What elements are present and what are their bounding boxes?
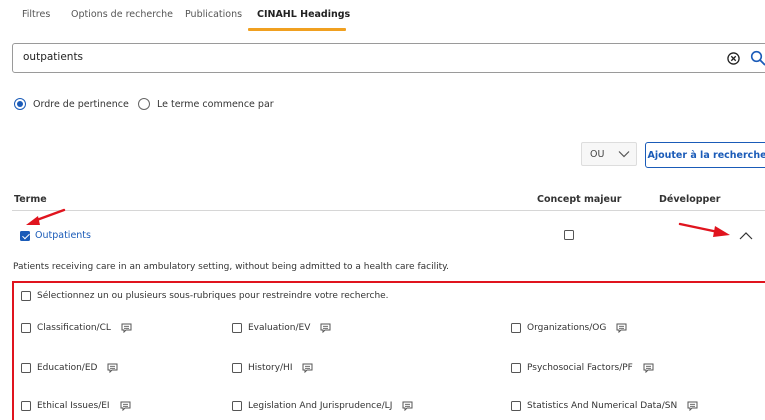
subheading-checkbox[interactable]	[232, 401, 242, 411]
subheading-checkbox[interactable]	[21, 401, 31, 411]
active-tab-indicator	[248, 28, 346, 31]
radio-option-relevance[interactable]: Ordre de pertinence	[14, 97, 129, 111]
subheading-item[interactable]: Ethical Issues/EI	[21, 401, 131, 411]
tab-filtres[interactable]: Filtres	[22, 9, 50, 20]
subheading-label: Psychosocial Factors/PF	[527, 363, 633, 373]
column-header-term: Terme	[14, 194, 47, 205]
column-header-major-concept: Concept majeur	[537, 194, 622, 205]
subheading-label: Ethical Issues/EI	[37, 401, 110, 411]
subheading-item[interactable]: Classification/CL	[21, 323, 132, 333]
header-divider	[12, 210, 765, 211]
term-description: Patients receiving care in an ambulatory…	[13, 262, 450, 272]
select-subheadings-checkbox[interactable]	[21, 291, 31, 301]
scope-note-icon[interactable]	[402, 401, 413, 411]
scope-note-icon[interactable]	[121, 323, 132, 333]
subheading-item[interactable]: Legislation And Jurisprudence/LJ	[232, 401, 413, 411]
subheading-label: Statistics And Numerical Data/SN	[527, 401, 678, 411]
search-box	[12, 43, 765, 73]
subheading-checkbox[interactable]	[511, 323, 521, 333]
subheading-checkbox[interactable]	[232, 363, 242, 373]
radio-option-starts-with[interactable]: Le terme commence par	[138, 97, 274, 111]
tab-cinahl-headings[interactable]: CINAHL Headings	[257, 9, 350, 20]
term-link[interactable]: Outpatients	[35, 230, 91, 241]
subheading-checkbox[interactable]	[21, 363, 31, 373]
radio-button-selected[interactable]	[14, 98, 26, 110]
radio-button[interactable]	[138, 98, 150, 110]
subheading-label: Evaluation/EV	[248, 323, 311, 333]
clear-circle-icon[interactable]	[727, 52, 740, 65]
add-to-search-button[interactable]: Ajouter à la recherche	[645, 142, 765, 168]
subheading-checkbox[interactable]	[511, 401, 521, 411]
tab-bar: Filtres Options de recherche Publication…	[0, 0, 765, 32]
major-concept-checkbox[interactable]	[564, 230, 574, 240]
annotation-arrow-expand	[678, 222, 730, 237]
subheading-label: Education/ED	[37, 363, 98, 373]
subheading-checkbox[interactable]	[511, 363, 521, 373]
subheading-item[interactable]: Organizations/OG	[511, 323, 627, 333]
subheading-checkbox[interactable]	[21, 323, 31, 333]
subheading-item[interactable]: Education/ED	[21, 363, 118, 373]
radio-label-relevance: Ordre de pertinence	[33, 98, 129, 110]
select-subheadings-label: Sélectionnez un ou plusieurs sous-rubriq…	[37, 291, 389, 301]
chevron-down-icon	[618, 151, 630, 158]
subheading-item[interactable]: Evaluation/EV	[232, 323, 331, 333]
subheading-checkbox[interactable]	[232, 323, 242, 333]
subheadings-highlight-box	[12, 281, 765, 420]
operator-value: OU	[590, 149, 605, 160]
boolean-operator-select[interactable]: OU	[581, 142, 637, 166]
scope-note-icon[interactable]	[687, 401, 698, 411]
subheading-item[interactable]: Psychosocial Factors/PF	[511, 363, 654, 373]
tab-publications[interactable]: Publications	[185, 9, 242, 20]
scope-note-icon[interactable]	[107, 363, 118, 373]
scope-note-icon[interactable]	[302, 363, 313, 373]
column-header-expand: Développer	[659, 194, 721, 205]
subheading-item[interactable]: History/HI	[232, 363, 313, 373]
subheading-item[interactable]: Statistics And Numerical Data/SN	[511, 401, 698, 411]
search-input[interactable]	[23, 51, 623, 63]
scope-note-icon[interactable]	[643, 363, 654, 373]
search-icon[interactable]	[750, 50, 765, 66]
annotation-arrow-term	[26, 208, 66, 225]
subheading-label: Organizations/OG	[527, 323, 607, 333]
chevron-up-icon[interactable]	[738, 230, 754, 242]
term-row: Outpatients	[20, 230, 91, 241]
subheading-label: Classification/CL	[37, 323, 111, 333]
scope-note-icon[interactable]	[120, 401, 131, 411]
term-checkbox[interactable]	[20, 230, 30, 241]
select-subheadings-row[interactable]: Sélectionnez un ou plusieurs sous-rubriq…	[21, 291, 389, 301]
subheading-label: History/HI	[248, 363, 293, 373]
scope-note-icon[interactable]	[320, 323, 331, 333]
radio-label-starts-with: Le terme commence par	[157, 98, 274, 110]
scope-note-icon[interactable]	[616, 323, 627, 333]
tab-options-de-recherche[interactable]: Options de recherche	[71, 9, 173, 20]
subheading-label: Legislation And Jurisprudence/LJ	[248, 401, 393, 411]
